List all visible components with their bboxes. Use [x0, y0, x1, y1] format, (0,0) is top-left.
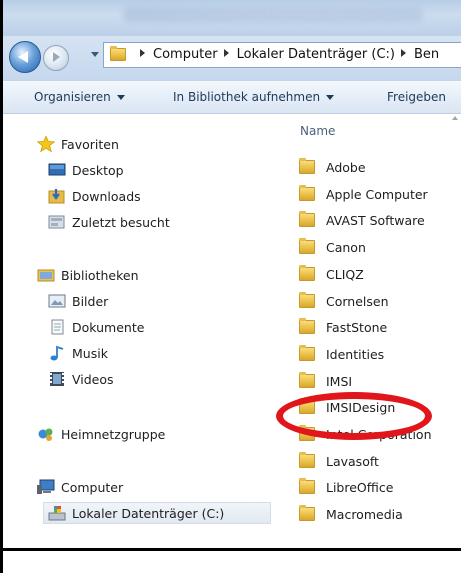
folder-icon — [299, 238, 315, 255]
nav-libraries[interactable]: Bibliotheken — [37, 265, 237, 287]
include-in-library-label: In Bibliothek aufnehmen — [173, 90, 321, 104]
nav-computer-label: Computer — [61, 480, 124, 495]
folder-icon — [299, 425, 315, 441]
file-name: Apple Computer — [326, 186, 428, 202]
nav-libraries-label: Bibliotheken — [61, 268, 139, 283]
navigation-pane: Favoriten Desktop Downloads Zuletzt besu… — [3, 114, 280, 548]
nav-music-label: Musik — [72, 346, 108, 361]
share-label: Freigeben — [387, 90, 447, 104]
navigation-bar: Computer Lokaler Datenträger (C:) Ben — [3, 36, 461, 80]
desktop-icon — [48, 163, 66, 176]
libraries-icon — [37, 269, 55, 282]
star-icon — [37, 136, 55, 152]
folder-icon — [299, 211, 315, 228]
folder-icon — [299, 398, 315, 415]
nav-videos[interactable]: Videos — [48, 369, 248, 391]
breadcrumb-local-drive[interactable]: Lokaler Datenträger (C:) — [237, 47, 395, 62]
file-name: Cornelsen — [326, 293, 389, 309]
file-name: Intel Corporation — [326, 427, 432, 442]
nav-local-drive[interactable]: Lokaler Datenträger (C:) — [43, 502, 271, 524]
videos-icon — [50, 372, 64, 386]
nav-recent-places[interactable]: Zuletzt besucht — [48, 212, 248, 234]
chevron-down-icon — [326, 95, 335, 100]
nav-downloads-label: Downloads — [72, 189, 141, 204]
organize-label: Organisieren — [34, 90, 111, 104]
folder-icon — [299, 451, 315, 468]
nav-desktop-label: Desktop — [72, 163, 124, 178]
breadcrumb-separator-icon[interactable] — [223, 49, 229, 57]
nav-pictures-label: Bilder — [72, 294, 109, 309]
file-name: Adobe — [326, 160, 366, 175]
pictures-icon — [48, 294, 66, 308]
nav-local-drive-label: Lokaler Datenträger (C:) — [72, 506, 225, 521]
file-name: LibreOffice — [326, 480, 394, 496]
folder-icon — [299, 264, 315, 281]
nav-documents[interactable]: Dokumente — [48, 317, 248, 339]
forward-button[interactable] — [43, 45, 69, 71]
folder-icon — [299, 318, 315, 335]
share-button[interactable]: Freigeben — [387, 90, 446, 104]
nav-homegroup-label: Heimnetzgruppe — [61, 427, 166, 442]
file-name: CLIQZ — [326, 266, 364, 282]
folder-icon — [299, 344, 315, 361]
file-name: IMSI — [326, 373, 353, 389]
downloads-icon — [48, 189, 65, 204]
breadcrumb-separator-icon[interactable] — [140, 49, 145, 57]
file-name: IMSIDesign — [326, 400, 396, 416]
command-bar: Organisieren In Bibliothek aufnehmen Fre… — [3, 80, 461, 114]
nav-computer[interactable]: Computer — [37, 477, 237, 499]
music-note-icon — [50, 345, 64, 361]
chevron-down-icon — [116, 95, 125, 100]
include-in-library-button[interactable]: In Bibliothek aufnehmen — [173, 90, 335, 104]
file-name: Identities — [326, 346, 385, 362]
folder-icon — [299, 158, 315, 174]
nav-favorites[interactable]: Favoriten — [37, 134, 237, 156]
folder-icon — [299, 291, 315, 308]
sort-indicator-icon — [452, 116, 458, 120]
nav-recent-places-label: Zuletzt besucht — [72, 215, 170, 230]
file-name: Lavasoft — [326, 453, 379, 469]
local-drive-icon — [48, 506, 66, 521]
folder-icon — [299, 184, 315, 201]
file-name: Canon — [326, 240, 366, 256]
nav-documents-label: Dokumente — [72, 320, 145, 335]
address-bar[interactable]: Computer Lokaler Datenträger (C:) Ben — [103, 42, 461, 68]
breadcrumb-computer[interactable]: Computer — [153, 47, 218, 62]
organize-button[interactable]: Organisieren — [34, 90, 125, 104]
file-list: Name Adobe Apple Computer AVAST Software Ca… — [283, 114, 461, 548]
column-header-name[interactable]: Name — [300, 124, 335, 138]
window-titlebar — [3, 0, 461, 36]
folder-icon — [299, 371, 315, 388]
blurred-title-area — [123, 8, 423, 22]
nav-favorites-label: Favoriten — [61, 137, 119, 152]
folder-icon — [299, 505, 315, 522]
file-name: FastStone — [326, 320, 388, 336]
recent-places-icon — [48, 215, 65, 229]
nav-videos-label: Videos — [72, 372, 114, 387]
nav-desktop[interactable]: Desktop — [48, 160, 248, 182]
folder-icon — [110, 46, 126, 61]
homegroup-icon — [38, 428, 53, 441]
breadcrumb-current[interactable]: Ben — [414, 47, 439, 62]
breadcrumb: Computer Lokaler Datenträger (C:) Ben — [134, 47, 439, 62]
recent-pages-dropdown[interactable] — [91, 52, 99, 57]
nav-homegroup[interactable]: Heimnetzgruppe — [37, 424, 237, 446]
breadcrumb-separator-icon[interactable] — [401, 49, 407, 57]
folder-icon — [299, 478, 315, 495]
back-button[interactable] — [9, 41, 41, 73]
nav-downloads[interactable]: Downloads — [48, 186, 248, 208]
nav-pictures[interactable]: Bilder — [48, 291, 248, 313]
window-frame-bottom — [0, 548, 461, 551]
nav-music[interactable]: Musik — [48, 343, 248, 365]
computer-icon — [37, 479, 55, 494]
file-name: AVAST Software — [326, 213, 425, 229]
documents-icon — [51, 319, 64, 335]
file-name: Macromedia — [326, 507, 403, 523]
